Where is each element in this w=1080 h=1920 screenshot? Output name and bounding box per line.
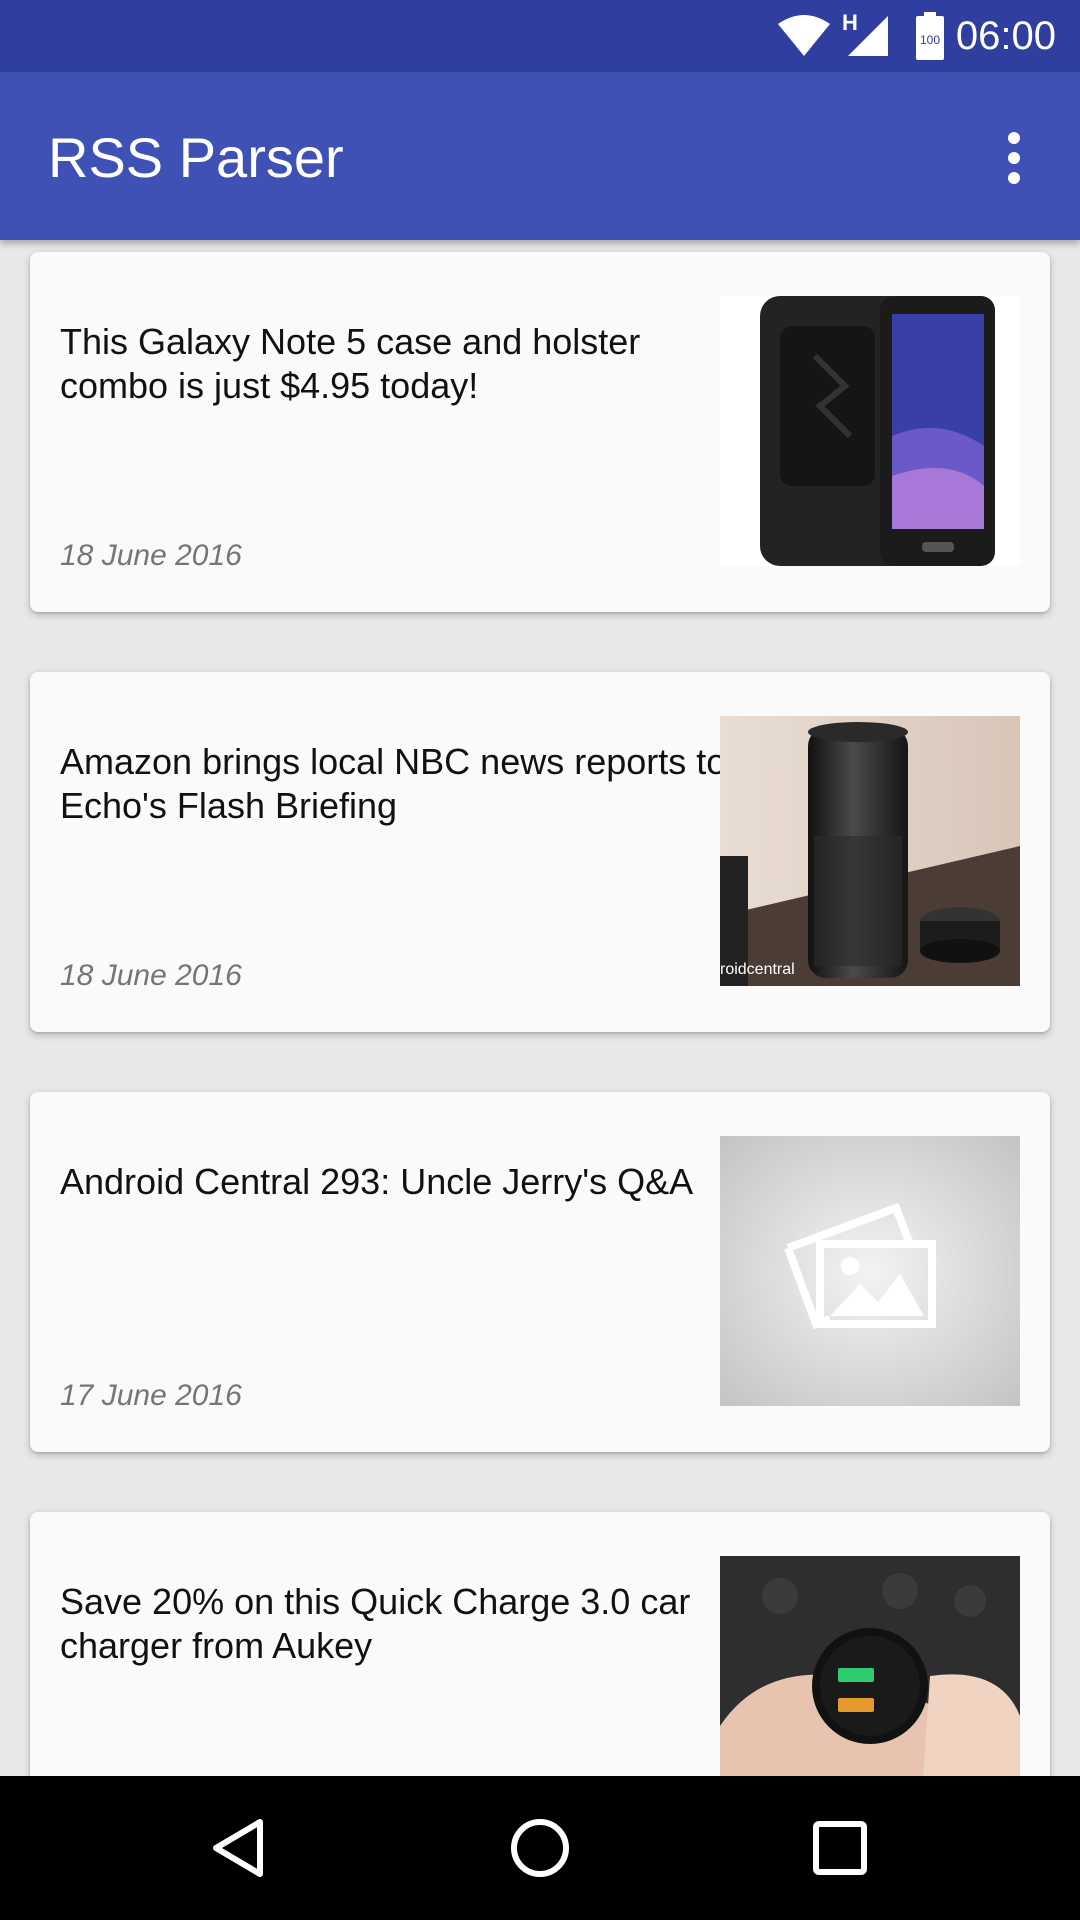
article-card[interactable]: Android Central 293: Uncle Jerry's Q&A 1… [30, 1092, 1050, 1452]
article-title: Save 20% on this Quick Charge 3.0 car ch… [60, 1581, 691, 1666]
article-card[interactable]: Amazon brings local NBC news reports to … [30, 672, 1050, 1032]
recents-icon[interactable] [800, 1808, 880, 1888]
back-icon[interactable] [200, 1808, 280, 1888]
navigation-bar [0, 1776, 1080, 1920]
battery-icon: 100 [916, 12, 944, 60]
status-bar: H 100 06:00 [0, 0, 1080, 72]
image-placeholder [720, 1136, 1020, 1406]
article-title: Amazon brings local NBC news reports to … [60, 741, 727, 826]
image-caption: roidcentral [720, 961, 795, 978]
app-bar: RSS Parser [0, 72, 1080, 240]
article-date: 18 June 2016 [60, 539, 242, 572]
article-date: 18 June 2016 [60, 959, 242, 992]
article-date: 17 June 2016 [60, 1379, 242, 1412]
cellular-signal-icon [848, 16, 888, 56]
article-title: Android Central 293: Uncle Jerry's Q&A [60, 1161, 694, 1202]
article-list[interactable]: This Galaxy Note 5 case and holster comb… [0, 240, 1080, 1776]
wifi-icon [778, 15, 830, 56]
amazon-echo-photo: roidcentral [720, 716, 1020, 986]
clock: 06:00 [955, 14, 1056, 58]
article-card[interactable]: Save 20% on this Quick Charge 3.0 car ch… [30, 1512, 1050, 1776]
app-title: RSS Parser [48, 126, 344, 189]
car-charger-photo [720, 1556, 1020, 1776]
battery-level-label: 100 [920, 33, 940, 47]
article-title: This Galaxy Note 5 case and holster comb… [60, 321, 641, 406]
article-card[interactable]: This Galaxy Note 5 case and holster comb… [30, 252, 1050, 612]
home-icon[interactable] [500, 1808, 580, 1888]
more-vert-icon[interactable] [996, 130, 1032, 186]
phone-holster-photo [720, 296, 1020, 566]
